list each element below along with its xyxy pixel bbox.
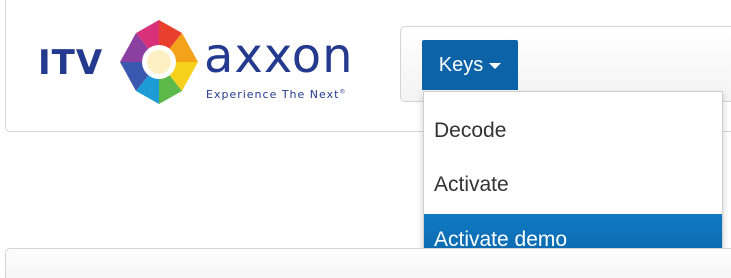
menu-item-label: Activate: [434, 173, 509, 196]
logo-axxon-text: axxon: [204, 28, 354, 84]
menu-item-activate[interactable]: Activate: [424, 158, 722, 212]
keys-label: Keys: [438, 53, 484, 76]
hexagon-logo-icon: [120, 20, 198, 104]
trademark-mark: ®: [339, 88, 347, 96]
menu-item-decode[interactable]: Decode: [424, 104, 722, 158]
content-panel: [5, 248, 731, 278]
itv-axxon-logo[interactable]: ITV axxon Experience The Next®: [38, 16, 388, 108]
menu-item-label: Decode: [434, 119, 507, 142]
caret-down-icon: [489, 63, 502, 69]
logo-tagline-text: Experience The Next: [206, 88, 340, 101]
logo-itv-text: ITV: [38, 43, 104, 83]
logo-tagline: Experience The Next®: [206, 88, 346, 101]
page: ITV axxon Experience The Next® Keys Deco…: [0, 0, 731, 278]
keys-dropdown-toggle[interactable]: Keys: [422, 40, 518, 90]
